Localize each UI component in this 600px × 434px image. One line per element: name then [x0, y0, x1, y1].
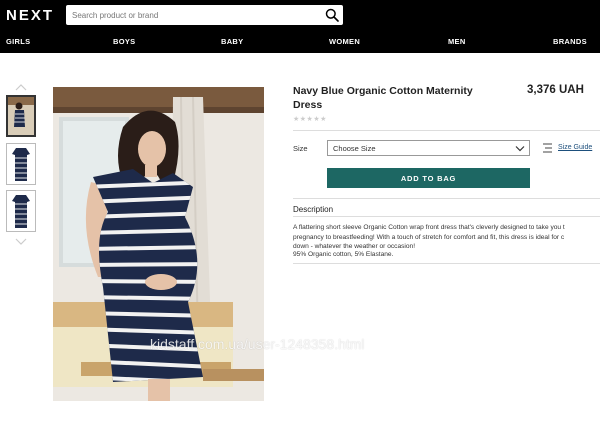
site-header: NEXT GIRLS BOYS BABY WOMEN MEN BRANDS [0, 0, 600, 53]
chevron-down-icon[interactable] [14, 237, 28, 247]
size-guide-link[interactable]: Size Guide [558, 144, 592, 151]
nav-item-brands[interactable]: BRANDS [553, 37, 587, 46]
add-to-bag-button[interactable]: ADD TO BAG [327, 168, 530, 188]
nav-item-boys[interactable]: BOYS [113, 37, 135, 46]
description-title: Description [293, 205, 334, 214]
main-product-image[interactable] [53, 87, 264, 401]
thumbnail-1[interactable] [6, 95, 36, 137]
description-text: A flattering short sleeve Organic Cotton… [293, 223, 600, 252]
product-title: Navy Blue Organic Cotton Maternity Dress [293, 85, 473, 111]
size-guide-icon[interactable] [542, 142, 553, 154]
search-input[interactable] [66, 5, 311, 26]
watermark-text: kidstaff.com.ua/user-1248358.html [150, 336, 365, 352]
size-select[interactable]: Choose Size [327, 140, 530, 156]
divider [293, 216, 600, 217]
description-line: A flattering short sleeve Organic Cotton… [293, 224, 565, 231]
divider [293, 263, 600, 264]
chevron-down-icon [515, 146, 525, 152]
chevron-up-icon[interactable] [14, 82, 28, 92]
nav-item-men[interactable]: MEN [448, 37, 466, 46]
nav-item-women[interactable]: WOMEN [329, 37, 360, 46]
size-select-value: Choose Size [333, 144, 376, 153]
search-bar [66, 5, 343, 26]
search-icon[interactable] [325, 8, 339, 22]
thumbnail-3[interactable] [6, 190, 36, 232]
composition-text: 95% Organic cotton, 5% Elastane. [293, 251, 394, 258]
divider [293, 198, 600, 199]
rating-stars[interactable]: ★★★★★ [293, 115, 327, 123]
size-label: Size [293, 144, 308, 153]
product-price: 3,376 UAH [527, 84, 584, 96]
nav-item-girls[interactable]: GIRLS [6, 37, 30, 46]
description-line: pregnancy to breastfeeding! With a touch… [293, 233, 565, 241]
nav-item-baby[interactable]: BABY [221, 37, 243, 46]
main-nav: GIRLS BOYS BABY WOMEN MEN BRANDS [0, 37, 600, 51]
thumbnail-2[interactable] [6, 143, 36, 185]
divider [293, 130, 600, 131]
brand-logo[interactable]: NEXT [6, 7, 54, 24]
